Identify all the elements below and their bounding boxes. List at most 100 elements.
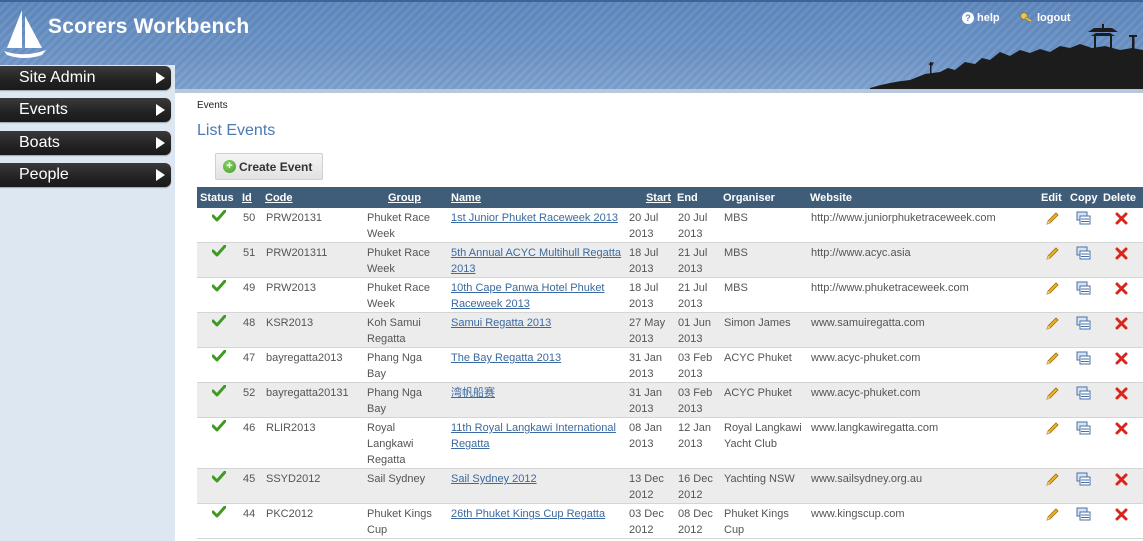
event-name-link[interactable]: 湾帆船赛 (451, 387, 495, 399)
code-cell: PRW20131 (262, 208, 363, 243)
pencil-icon[interactable] (1045, 507, 1060, 522)
event-name-link[interactable]: 26th Phuket Kings Cup Regatta (451, 508, 605, 520)
delete-cell (1100, 347, 1143, 383)
name-cell: 10th Cape Panwa Hotel Phuket Raceweek 20… (443, 277, 625, 313)
organiser-cell: Yachting NSW (720, 468, 807, 504)
start-cell: 03 Dec 2012 (625, 503, 674, 539)
website-cell: www.acyc-phuket.com (807, 382, 1038, 418)
column-header-name[interactable]: Name (443, 187, 625, 208)
name-cell: The Bay Regatta 2013 (443, 347, 625, 383)
copy-cell (1067, 503, 1100, 539)
delete-icon[interactable] (1114, 386, 1129, 401)
sidebar-item-people[interactable]: People (0, 163, 171, 187)
page-title: List Events (197, 122, 276, 139)
app-title: Scorers Workbench (48, 15, 250, 38)
pencil-icon[interactable] (1045, 281, 1060, 296)
event-name-link[interactable]: 10th Cape Panwa Hotel Phuket Raceweek 20… (451, 282, 605, 310)
start-cell: 13 Dec 2012 (625, 468, 674, 504)
create-event-button[interactable]: + Create Event (215, 153, 323, 180)
organiser-cell: ACYC Phuket (720, 347, 807, 383)
pencil-icon[interactable] (1045, 351, 1060, 366)
status-cell (197, 503, 239, 539)
end-cell: 21 Jul 2013 (674, 277, 720, 313)
copy-icon[interactable] (1076, 507, 1091, 522)
table-row: 46 RLIR2013 Royal Langkawi Regatta 11th Roy… (197, 417, 1143, 469)
sailboat-logo-icon[interactable] (2, 6, 48, 60)
pencil-icon[interactable] (1045, 246, 1060, 261)
delete-icon[interactable] (1114, 211, 1129, 226)
table-row: 51 PRW201311 Phuket Race Week 5th Annual AC… (197, 242, 1143, 278)
check-icon (211, 245, 226, 257)
start-cell: 27 May 2013 (625, 312, 674, 348)
start-cell: 31 Jan 2013 (625, 347, 674, 383)
pencil-icon[interactable] (1045, 316, 1060, 331)
column-header-copy: Copy (1067, 187, 1100, 208)
copy-icon[interactable] (1076, 281, 1091, 296)
copy-cell (1067, 208, 1100, 243)
copy-icon[interactable] (1076, 246, 1091, 261)
table-row: 45 SSYD2012 Sail Sydney Sail Sydney 2012 13 … (197, 468, 1143, 504)
column-header-id[interactable]: Id (239, 187, 262, 208)
code-cell: KSR2013 (262, 312, 363, 348)
id-cell: 50 (239, 208, 262, 243)
sidebar-item-site-admin[interactable]: Site Admin (0, 66, 171, 90)
pencil-icon[interactable] (1045, 421, 1060, 436)
edit-cell (1038, 277, 1067, 313)
delete-cell (1100, 468, 1143, 504)
status-cell (197, 277, 239, 313)
sidebar-item-label: People (19, 166, 69, 183)
check-icon (211, 506, 226, 518)
breadcrumb: Events (197, 100, 228, 111)
start-cell: 18 Jul 2013 (625, 277, 674, 313)
column-header-code[interactable]: Code (262, 187, 363, 208)
copy-icon[interactable] (1076, 472, 1091, 487)
edit-cell (1038, 417, 1067, 469)
check-icon (211, 315, 226, 327)
event-name-link[interactable]: The Bay Regatta 2013 (451, 352, 561, 364)
delete-icon[interactable] (1114, 472, 1129, 487)
column-header-website: Website (807, 187, 1038, 208)
chevron-right-icon (156, 72, 165, 84)
delete-cell (1100, 242, 1143, 278)
header-bottom-border (175, 89, 1143, 93)
copy-icon[interactable] (1076, 386, 1091, 401)
copy-icon[interactable] (1076, 351, 1091, 366)
event-name-link[interactable]: 1st Junior Phuket Raceweek 2013 (451, 212, 618, 224)
chevron-right-icon (156, 169, 165, 181)
delete-icon[interactable] (1114, 246, 1129, 261)
id-cell: 48 (239, 312, 262, 348)
event-name-link[interactable]: 11th Royal Langkawi International Regatt… (451, 422, 616, 450)
organiser-cell: Phuket Kings Cup (720, 503, 807, 539)
sidebar-item-boats[interactable]: Boats (0, 131, 171, 155)
delete-icon[interactable] (1114, 421, 1129, 436)
delete-icon[interactable] (1114, 507, 1129, 522)
copy-icon[interactable] (1076, 316, 1091, 331)
event-name-link[interactable]: Samui Regatta 2013 (451, 317, 551, 329)
start-cell: 18 Jul 2013 (625, 242, 674, 278)
pencil-icon[interactable] (1045, 472, 1060, 487)
table-row: 50 PRW20131 Phuket Race Week 1st Junior Phu… (197, 208, 1143, 243)
sidebar-item-events[interactable]: Events (0, 98, 171, 122)
delete-icon[interactable] (1114, 281, 1129, 296)
organiser-cell: Simon James (720, 312, 807, 348)
table-body: 50 PRW20131 Phuket Race Week 1st Junior Phu… (197, 208, 1143, 539)
event-name-link[interactable]: Sail Sydney 2012 (451, 473, 537, 485)
column-header-start[interactable]: Start (625, 187, 674, 208)
status-cell (197, 417, 239, 469)
pencil-icon[interactable] (1045, 211, 1060, 226)
copy-icon[interactable] (1076, 211, 1091, 226)
start-cell: 31 Jan 2013 (625, 382, 674, 418)
id-cell: 51 (239, 242, 262, 278)
check-icon (211, 420, 226, 432)
start-cell: 20 Jul 2013 (625, 208, 674, 243)
column-header-group[interactable]: Group (363, 187, 443, 208)
table-row: 47 bayregatta2013 Phang Nga Bay The Bay Reg… (197, 347, 1143, 383)
delete-icon[interactable] (1114, 316, 1129, 331)
event-name-link[interactable]: 5th Annual ACYC Multihull Regatta 2013 (451, 247, 621, 275)
copy-cell (1067, 382, 1100, 418)
code-cell: RLIR2013 (262, 417, 363, 469)
pencil-icon[interactable] (1045, 386, 1060, 401)
delete-icon[interactable] (1114, 351, 1129, 366)
name-cell: Sail Sydney 2012 (443, 468, 625, 504)
copy-icon[interactable] (1076, 421, 1091, 436)
